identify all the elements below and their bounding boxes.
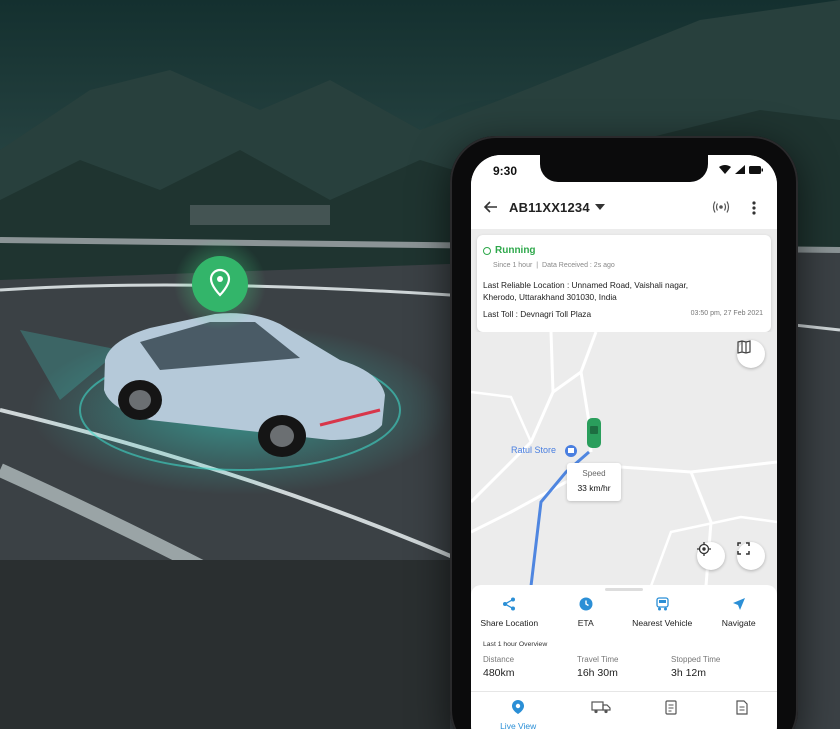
map-layers-button[interactable] (737, 340, 765, 368)
speed-tooltip: Speed 33 km/hr (567, 463, 621, 501)
navigate-button[interactable]: Navigate (701, 597, 778, 628)
tab-live-view[interactable]: Live View (471, 692, 565, 729)
stat-label: Distance (483, 655, 515, 664)
meta-separator: | (536, 262, 539, 269)
map-layers-icon (737, 340, 751, 354)
stat-value: 16h 30m (577, 667, 618, 679)
data-received-text: Data Received : 2s ago (542, 262, 615, 269)
caret-down-icon[interactable] (595, 204, 605, 210)
truck-icon (591, 701, 611, 714)
vehicle-icon (656, 597, 669, 611)
overview-title: Last 1 hour Overview (483, 641, 548, 648)
last-toll: Last Toll : Devnagri Toll Plaza (483, 309, 592, 319)
report-icon (665, 700, 677, 715)
tab-reports[interactable] (636, 692, 707, 729)
bottom-tab-bar: Live View (471, 691, 777, 729)
stat-value: 480km (483, 667, 515, 679)
status-icons (719, 165, 763, 174)
stat-travel-time: Travel Time 16h 30m (577, 655, 671, 679)
more-vertical-icon[interactable] (751, 200, 757, 216)
vehicle-info-card: Running Since 1 hour | Data Received : 2… (477, 235, 771, 332)
status-dot-icon (483, 246, 491, 255)
locate-button[interactable] (697, 542, 725, 570)
wifi-icon (719, 165, 731, 174)
location-line-1: Last Reliable Location : Unnamed Road, V… (483, 280, 689, 290)
nearest-vehicle-button[interactable]: Nearest Vehicle (624, 597, 701, 628)
quick-actions: Share Location ETA Nearest Vehicle Navig… (471, 597, 777, 628)
action-label: ETA (577, 618, 594, 628)
app-bar: AB11XX1234 (471, 187, 777, 229)
last-update-timestamp: 03:50 pm, 27 Feb 2021 (690, 310, 763, 317)
sheet-drag-handle[interactable] (605, 588, 643, 591)
action-label: Nearest Vehicle (632, 618, 693, 628)
action-label: Navigate (721, 618, 756, 628)
stat-stopped-time: Stopped Time 3h 12m (671, 655, 765, 679)
stat-distance: Distance 480km (483, 655, 577, 679)
fullscreen-icon (737, 542, 750, 555)
document-icon (736, 700, 748, 715)
vehicle-number[interactable]: AB11XX1234 (509, 200, 590, 215)
tab-label: Live View (500, 721, 537, 729)
action-label: Share Location (480, 618, 539, 628)
running-status: Running (483, 245, 536, 256)
signal-broadcast-icon[interactable] (711, 200, 731, 214)
fullscreen-button[interactable] (737, 542, 765, 570)
location-pin-icon (512, 700, 525, 714)
map-roads (471, 332, 777, 586)
stat-label: Travel Time (577, 655, 619, 664)
tab-trips[interactable] (565, 692, 636, 729)
eta-button[interactable]: ETA (548, 597, 625, 628)
crosshair-icon (697, 542, 711, 556)
speed-value: 33 km/hr (577, 483, 611, 493)
status-time: 9:30 (493, 164, 518, 178)
navigate-icon (732, 598, 745, 610)
cellular-icon (735, 165, 745, 174)
clock-icon (579, 597, 593, 611)
since-text: Since 1 hour (493, 262, 533, 269)
location-line-2: Kherodo, Uttarakhand 301030, India (483, 292, 617, 302)
arrow-left-icon[interactable] (483, 199, 499, 215)
speed-label: Speed (582, 469, 606, 478)
battery-icon (749, 165, 763, 174)
status-text: Running (495, 245, 536, 256)
overview-stats: Distance 480km Travel Time 16h 30m Stopp… (483, 655, 773, 679)
share-icon (503, 597, 516, 611)
stat-value: 3h 12m (671, 667, 707, 679)
tab-documents[interactable] (706, 692, 777, 729)
status-meta: Since 1 hour | Data Received : 2s ago (493, 262, 615, 269)
phone-screen: 9:30 AB11XX1234 Running Since 1 hour | D… (471, 155, 777, 729)
live-map[interactable]: Ratul Store Speed 33 km/hr (471, 332, 777, 586)
share-location-button[interactable]: Share Location (471, 597, 548, 628)
stat-label: Stopped Time (671, 655, 721, 664)
bottom-sheet: Share Location ETA Nearest Vehicle Navig… (471, 585, 777, 729)
store-label: Ratul Store (511, 445, 557, 455)
last-location: Last Reliable Location : Unnamed Road, V… (483, 279, 723, 303)
phone-notch (540, 154, 708, 182)
